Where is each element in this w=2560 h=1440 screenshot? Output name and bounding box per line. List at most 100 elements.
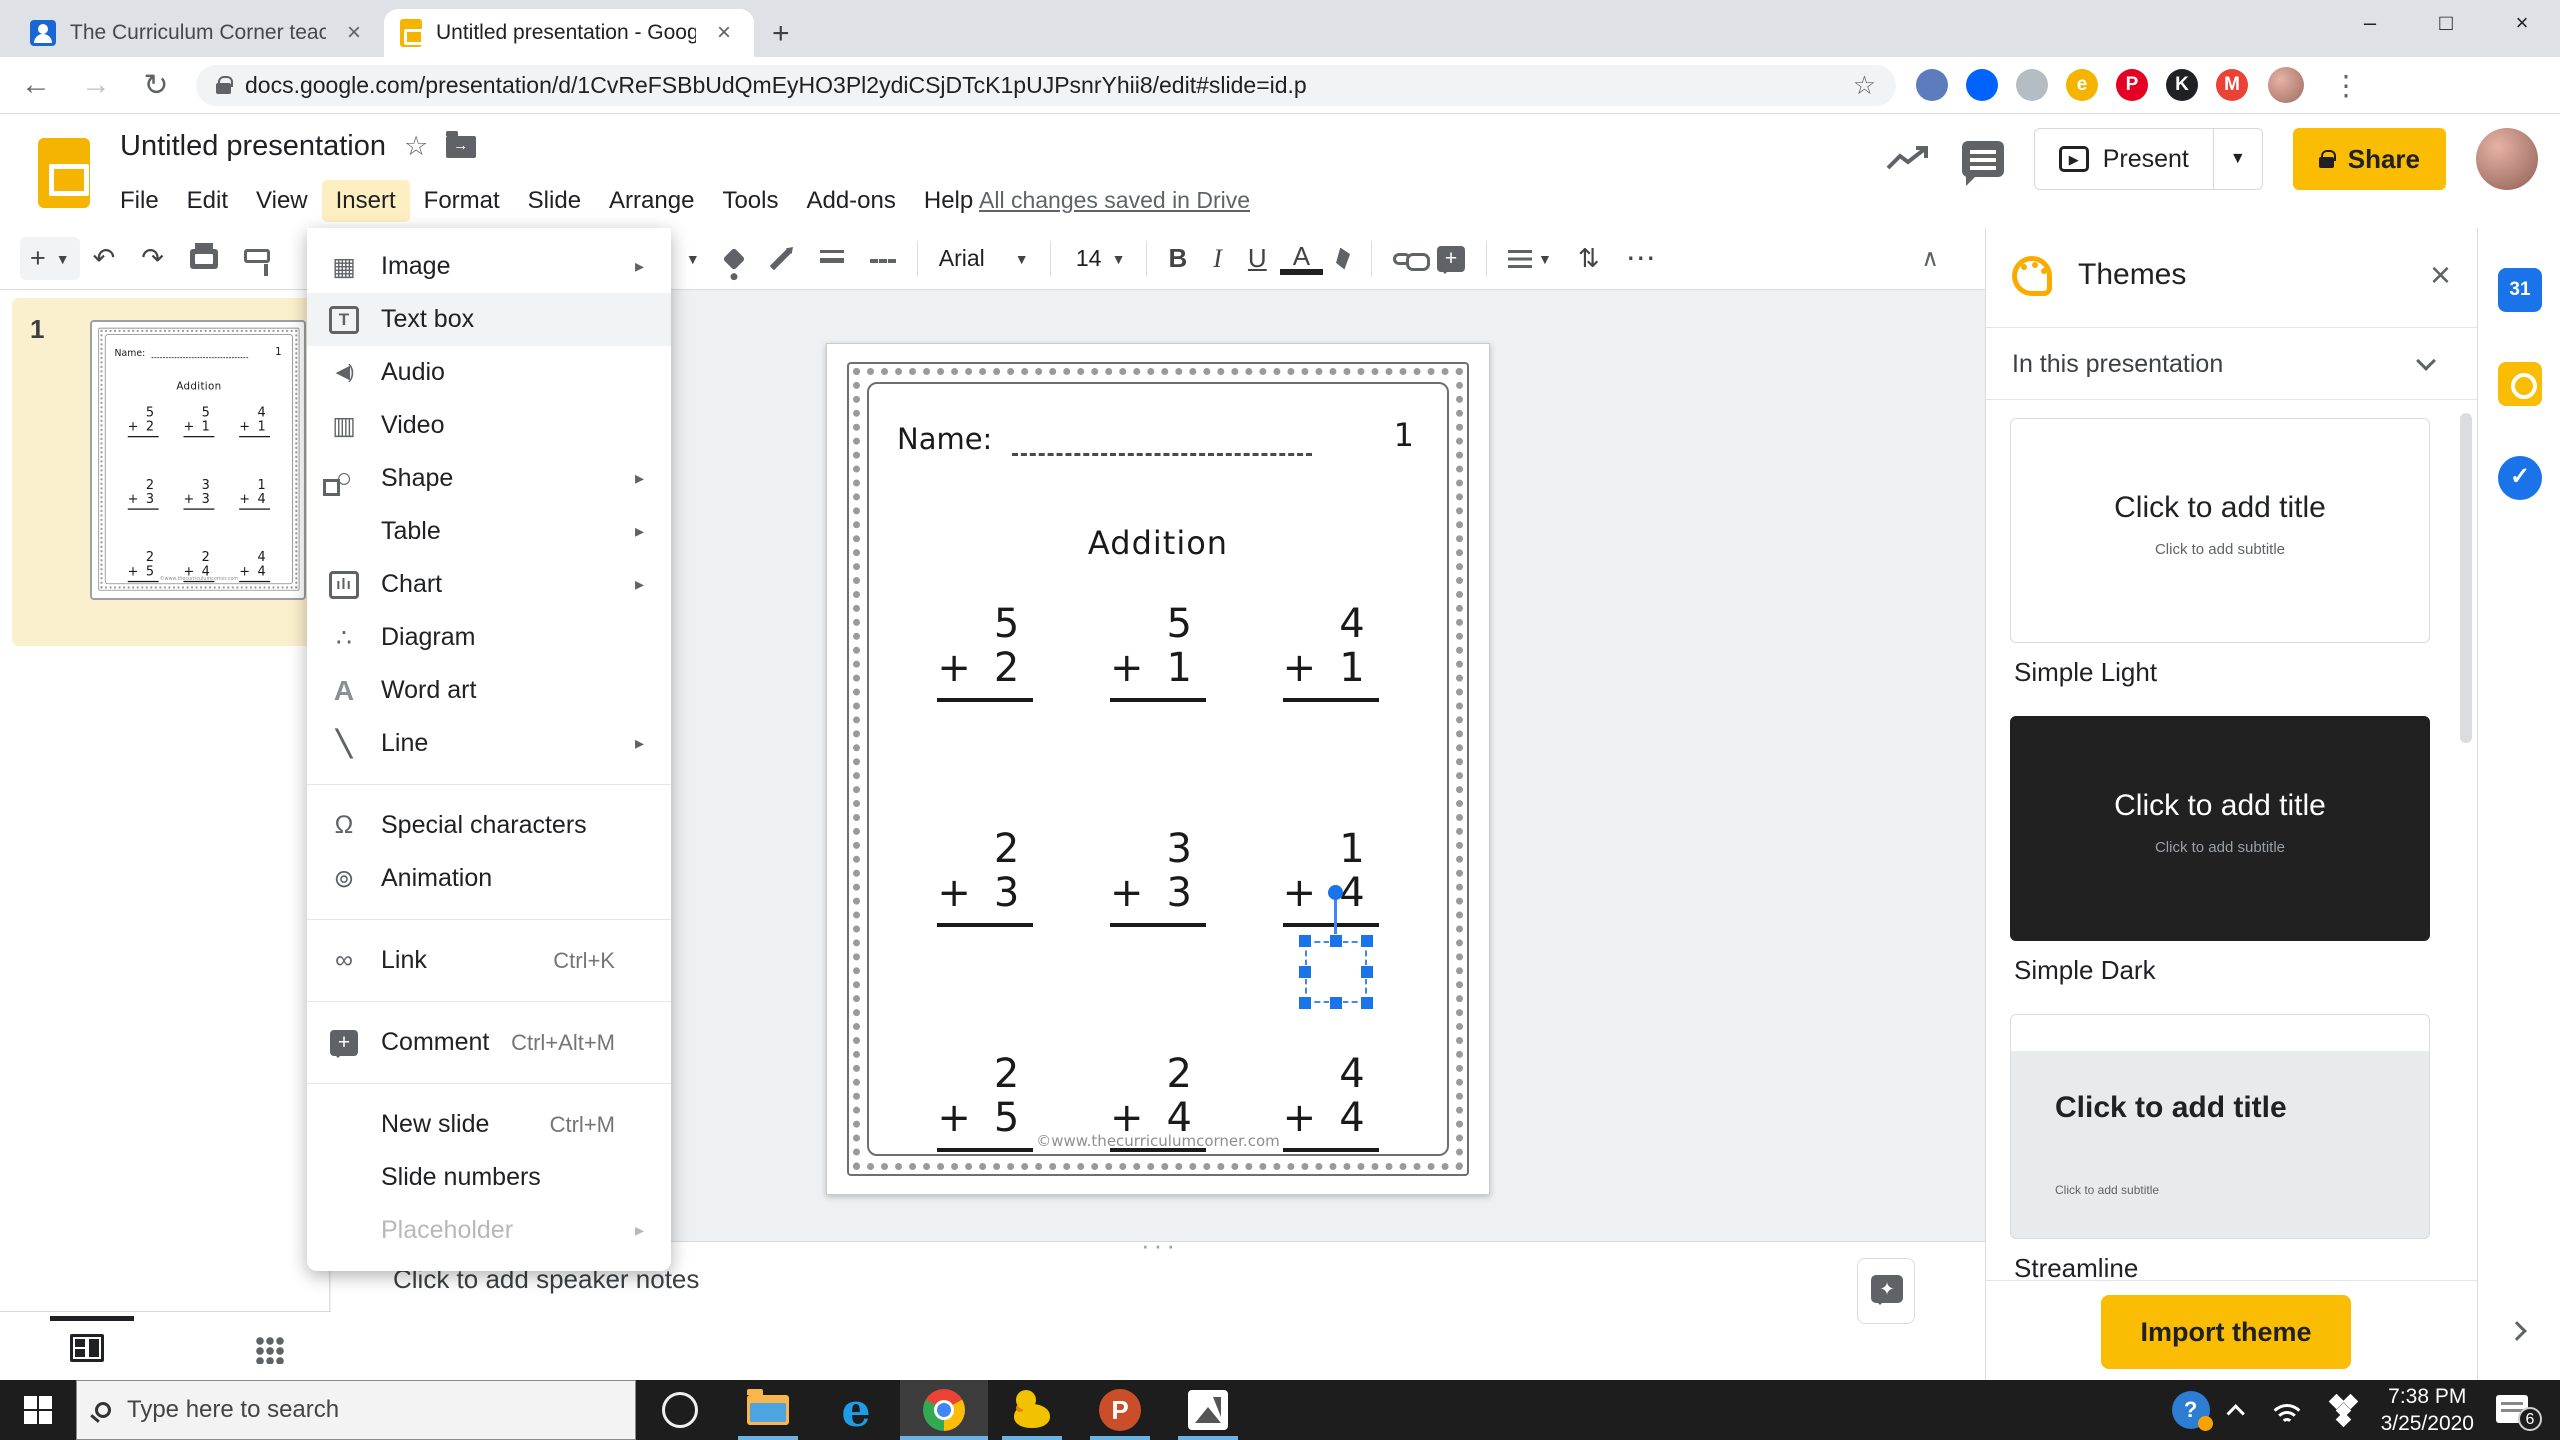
insert-menu-item[interactable]: ⊚ Animation ▸ (307, 852, 671, 905)
underline-button[interactable]: U (1235, 243, 1280, 274)
slide-thumbnail-row[interactable]: 1 Name: 1 Addition 5 +2 (12, 298, 318, 646)
grid-view-icon[interactable] (255, 1336, 285, 1364)
insert-menu-item[interactable]: ▸ (307, 1083, 671, 1084)
notification-center-icon[interactable]: 6 (2496, 1393, 2536, 1427)
addition-problem[interactable]: 1 +4 (239, 478, 270, 517)
extension-icon[interactable]: P (2116, 69, 2148, 101)
extension-icon[interactable] (1966, 69, 1998, 101)
slide-page[interactable]: Name: 1 Addition 5 +2 (826, 343, 1490, 1195)
calendar-icon[interactable]: 31 (2498, 268, 2542, 312)
move-to-folder-icon[interactable] (446, 136, 476, 158)
menu-bar-item[interactable]: File (106, 180, 173, 222)
menu-bar-item[interactable]: Help (910, 180, 987, 222)
more-options-icon[interactable]: ⋯ (1613, 241, 1671, 276)
import-theme-button[interactable]: Import theme (2101, 1295, 2351, 1369)
file-explorer-button[interactable] (724, 1380, 812, 1440)
insert-menu-item[interactable]: New slide Ctrl+M ▸ (307, 1098, 671, 1151)
menu-bar-item[interactable]: Arrange (595, 180, 708, 222)
insert-menu-item[interactable]: ∴ Diagram ▸ (307, 611, 671, 664)
line-spacing-icon[interactable]: ⇅ (1565, 243, 1613, 274)
insert-menu-item[interactable]: Table ▸ (307, 505, 671, 558)
italic-button[interactable]: I (1200, 244, 1235, 274)
addition-problem[interactable]: 4 +4 (239, 550, 270, 589)
insert-menu-item[interactable]: ∞ Link Ctrl+K ▸ (307, 934, 671, 987)
keep-icon[interactable] (2498, 362, 2542, 406)
new-tab-button[interactable]: + (772, 17, 790, 57)
resize-handle[interactable] (1360, 965, 1374, 979)
bold-button[interactable]: B (1155, 243, 1200, 274)
insert-menu-item[interactable]: ▥ Video ▸ (307, 399, 671, 452)
tasks-icon[interactable]: ✓ (2498, 456, 2542, 500)
filmstrip-view-icon[interactable] (70, 1334, 104, 1362)
menu-bar-item[interactable]: Slide (514, 180, 595, 222)
insert-menu-item[interactable]: ○ Shape ▸ (307, 452, 671, 505)
paint-format-icon[interactable] (231, 255, 283, 263)
insert-menu-item[interactable]: ◀) Audio ▸ (307, 346, 671, 399)
addition-problem[interactable]: 2 +5 (128, 550, 159, 589)
chrome-button[interactable] (900, 1380, 988, 1440)
addition-problem[interactable]: 4 +4 (1283, 1052, 1379, 1172)
dropbox-tray-icon[interactable] (2329, 1396, 2359, 1424)
insert-menu-item[interactable]: ▸ (307, 919, 671, 920)
insert-menu-item[interactable]: ılı Chart ▸ (307, 558, 671, 611)
insert-menu-item[interactable]: ╲ Line ▸ (307, 717, 671, 770)
font-family-select[interactable]: Arial▼ (926, 245, 1042, 272)
comment-history-icon[interactable] (1962, 141, 2004, 177)
addition-problem[interactable]: 1 +4 (1283, 827, 1379, 947)
powerpoint-button[interactable]: P (1076, 1380, 1164, 1440)
border-dash-icon[interactable] (857, 255, 909, 263)
maximize-button[interactable]: □ (2408, 0, 2484, 46)
redo-icon[interactable]: ↷ (128, 243, 177, 274)
activity-dashboard-icon[interactable] (1886, 144, 1932, 174)
menu-bar-item[interactable]: Insert (322, 180, 410, 222)
tab-curriculum-corner[interactable]: The Curriculum Corner teachers × (14, 9, 384, 57)
slide-thumbnail[interactable]: Name: 1 Addition 5 +2 (90, 320, 306, 600)
tab-untitled-presentation[interactable]: Untitled presentation - Google S × (384, 9, 754, 57)
taskbar-clock[interactable]: 7:38 PM 3/25/2020 (2381, 1383, 2474, 1437)
cortana-button[interactable] (636, 1380, 724, 1440)
menu-bar-item[interactable]: View (242, 180, 322, 222)
addition-problem[interactable]: 3 +3 (1110, 827, 1206, 947)
addition-problem[interactable]: 4 +1 (239, 405, 270, 444)
addition-problem[interactable]: 5 +1 (183, 405, 214, 444)
extension-icon[interactable] (2016, 69, 2048, 101)
star-document-icon[interactable]: ☆ (404, 131, 428, 162)
addition-problem[interactable]: 4 +1 (1283, 602, 1379, 722)
themes-scrollbar[interactable] (2460, 413, 2472, 743)
addition-problem[interactable]: 3 +3 (183, 478, 214, 517)
extension-icon[interactable] (1916, 69, 1948, 101)
theme-preview-card[interactable]: Click to add title Click to add subtitle (2010, 418, 2430, 643)
insert-menu-item[interactable]: A Word art ▸ (307, 664, 671, 717)
minimize-button[interactable]: – (2332, 0, 2408, 46)
tab-close-icon[interactable]: × (340, 19, 368, 47)
add-comment-icon[interactable]: + (1424, 246, 1478, 272)
rotation-handle[interactable] (1328, 885, 1343, 900)
photos-button[interactable] (1164, 1380, 1252, 1440)
notes-resize-handle[interactable]: ··· (1141, 1230, 1179, 1261)
insert-menu-item[interactable]: ▦ Image ▸ (307, 240, 671, 293)
insert-menu-item[interactable]: + Comment Ctrl+Alt+M ▸ (307, 1016, 671, 1069)
in-this-presentation-section[interactable]: In this presentation (1986, 328, 2477, 400)
wifi-icon[interactable] (2267, 1394, 2307, 1426)
addition-problem[interactable]: 2 +5 (937, 1052, 1033, 1172)
edge-button[interactable]: e (812, 1380, 900, 1440)
menu-bar-item[interactable]: Edit (173, 180, 242, 222)
resize-handle[interactable] (1298, 934, 1312, 948)
extension-icon[interactable]: K (2166, 69, 2198, 101)
explore-button[interactable]: ✦ (1857, 1258, 1915, 1324)
browser-menu-icon[interactable]: ⋮ (2324, 69, 2368, 102)
taskbar-search-box[interactable]: Type here to search (76, 1380, 636, 1440)
document-title[interactable]: Untitled presentation (120, 130, 386, 163)
addition-problem[interactable]: 5 +2 (128, 405, 159, 444)
collapse-side-rail-icon[interactable] (2507, 1321, 2527, 1341)
help-tray-icon[interactable]: ? (2172, 1391, 2210, 1429)
hide-menus-icon[interactable]: ∧ (1921, 244, 1965, 273)
present-dropdown-icon[interactable]: ▼ (2213, 129, 2262, 189)
save-status-link[interactable]: All changes saved in Drive (979, 187, 1250, 214)
resize-handle[interactable] (1360, 934, 1374, 948)
slide-thumbnail-content[interactable]: Name: 1 Addition 5 +2 (92, 322, 306, 596)
close-button[interactable]: × (2484, 0, 2560, 46)
extension-icon[interactable]: M (2216, 69, 2248, 101)
insert-menu-item[interactable]: ▸ (307, 784, 671, 785)
resize-handle[interactable] (1298, 965, 1312, 979)
